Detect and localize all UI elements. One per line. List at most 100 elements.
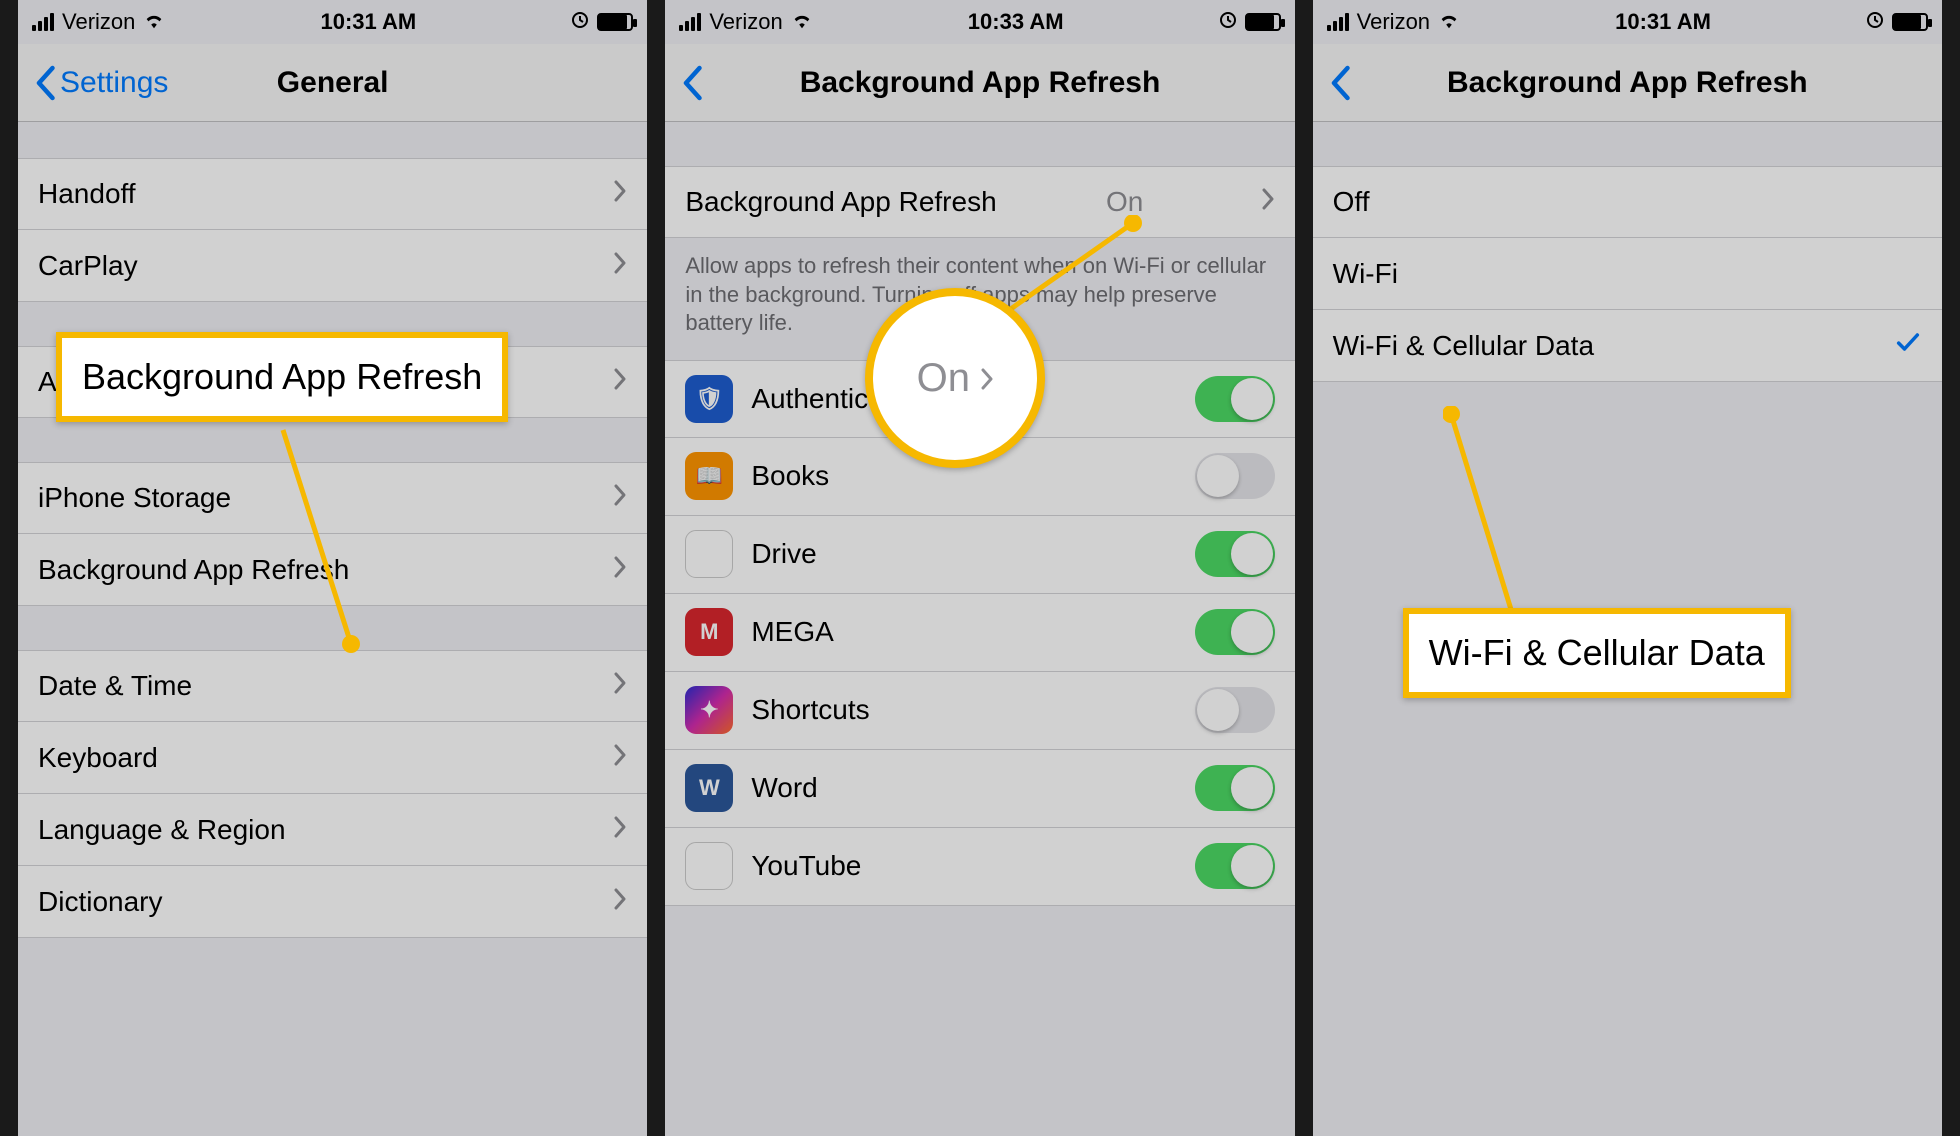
settings-row[interactable]: Language & Region bbox=[18, 794, 647, 866]
app-icon: M bbox=[685, 608, 733, 656]
app-icon: ▶ bbox=[685, 842, 733, 890]
back-label: Settings bbox=[60, 66, 168, 100]
app-icon: ▲ bbox=[685, 530, 733, 578]
phone-bar-list: Verizon 10:33 AM Background App Refresh … bbox=[665, 0, 1312, 1136]
lock-icon bbox=[1219, 9, 1237, 35]
battery-icon bbox=[597, 13, 633, 31]
carrier-label: Verizon bbox=[1357, 9, 1430, 35]
nav-title: Background App Refresh bbox=[665, 66, 1294, 100]
settings-row[interactable]: Date & Time bbox=[18, 650, 647, 722]
signal-icon bbox=[32, 13, 54, 31]
phone-bar-options: Verizon 10:31 AM Background App Refresh … bbox=[1313, 0, 1960, 1136]
app-label: Books bbox=[751, 460, 829, 492]
master-value: On bbox=[1106, 186, 1151, 218]
option-label: Wi-Fi & Cellular Data bbox=[1333, 330, 1594, 362]
back-button[interactable]: Settings bbox=[18, 65, 184, 101]
callout-box: Wi-Fi & Cellular Data bbox=[1403, 608, 1791, 698]
chevron-right-icon bbox=[613, 366, 627, 398]
back-button[interactable] bbox=[665, 65, 719, 101]
option-label: Wi-Fi bbox=[1333, 258, 1398, 290]
option-row[interactable]: Wi-Fi bbox=[1313, 238, 1942, 310]
settings-row-label: CarPlay bbox=[38, 250, 138, 282]
stage: Verizon 10:31 AM Settings General Handof… bbox=[0, 0, 1960, 1136]
nav-bar: Background App Refresh bbox=[665, 44, 1294, 122]
app-toggle[interactable] bbox=[1195, 531, 1275, 577]
app-label: Word bbox=[751, 772, 817, 804]
option-label: Off bbox=[1333, 186, 1370, 218]
lock-icon bbox=[1866, 9, 1884, 35]
chevron-right-icon bbox=[1261, 186, 1275, 218]
settings-row-label: Date & Time bbox=[38, 670, 192, 702]
app-toggle[interactable] bbox=[1195, 609, 1275, 655]
signal-icon bbox=[679, 13, 701, 31]
status-bar: Verizon 10:31 AM bbox=[1313, 0, 1942, 44]
chevron-right-icon bbox=[613, 886, 627, 918]
app-icon: W bbox=[685, 764, 733, 812]
settings-row-label: Handoff bbox=[38, 178, 136, 210]
settings-row[interactable]: Background App Refresh bbox=[18, 534, 647, 606]
status-bar: Verizon 10:33 AM bbox=[665, 0, 1294, 44]
app-icon: 🛡 bbox=[685, 375, 733, 423]
chevron-right-icon bbox=[613, 250, 627, 282]
callout-box: Background App Refresh bbox=[56, 332, 508, 422]
clock-label: 10:31 AM bbox=[320, 9, 416, 35]
settings-row-label: Language & Region bbox=[38, 814, 286, 846]
settings-row[interactable]: Dictionary bbox=[18, 866, 647, 938]
callout-circle: On bbox=[865, 288, 1045, 468]
app-row: ▲ Drive bbox=[665, 516, 1294, 594]
app-toggle[interactable] bbox=[1195, 687, 1275, 733]
chevron-right-icon bbox=[613, 814, 627, 846]
battery-icon bbox=[1245, 13, 1281, 31]
battery-icon bbox=[1892, 13, 1928, 31]
nav-bar: Background App Refresh bbox=[1313, 44, 1942, 122]
nav-bar: Settings General bbox=[18, 44, 647, 122]
settings-row-label: Keyboard bbox=[38, 742, 158, 774]
app-icon: 📖 bbox=[685, 452, 733, 500]
settings-row[interactable]: Keyboard bbox=[18, 722, 647, 794]
settings-row[interactable]: CarPlay bbox=[18, 230, 647, 302]
clock-label: 10:31 AM bbox=[1615, 9, 1711, 35]
wifi-icon bbox=[791, 9, 813, 35]
chevron-right-icon bbox=[980, 356, 994, 401]
clock-label: 10:33 AM bbox=[968, 9, 1064, 35]
chevron-right-icon bbox=[613, 554, 627, 586]
option-row[interactable]: Off bbox=[1313, 166, 1942, 238]
chevron-right-icon bbox=[613, 742, 627, 774]
app-toggle[interactable] bbox=[1195, 376, 1275, 422]
check-icon bbox=[1894, 328, 1922, 363]
phone-general: Verizon 10:31 AM Settings General Handof… bbox=[0, 0, 665, 1136]
callout-pointer bbox=[1443, 406, 1523, 626]
chevron-right-icon bbox=[613, 482, 627, 514]
back-button[interactable] bbox=[1313, 65, 1367, 101]
option-row[interactable]: Wi-Fi & Cellular Data bbox=[1313, 310, 1942, 382]
app-toggle[interactable] bbox=[1195, 453, 1275, 499]
master-label: Background App Refresh bbox=[685, 186, 996, 218]
master-toggle-row[interactable]: Background App Refresh On bbox=[665, 166, 1294, 238]
wifi-icon bbox=[1438, 9, 1460, 35]
carrier-label: Verizon bbox=[62, 9, 135, 35]
app-label: Shortcuts bbox=[751, 694, 869, 726]
app-label: MEGA bbox=[751, 616, 833, 648]
app-icon: ✦ bbox=[685, 686, 733, 734]
status-bar: Verizon 10:31 AM bbox=[18, 0, 647, 44]
settings-row[interactable]: iPhone Storage bbox=[18, 462, 647, 534]
app-label: Drive bbox=[751, 538, 816, 570]
app-label: YouTube bbox=[751, 850, 861, 882]
carrier-label: Verizon bbox=[709, 9, 782, 35]
app-toggle[interactable] bbox=[1195, 843, 1275, 889]
settings-row-label: Background App Refresh bbox=[38, 554, 349, 586]
settings-row[interactable]: Handoff bbox=[18, 158, 647, 230]
signal-icon bbox=[1327, 13, 1349, 31]
settings-row-label: iPhone Storage bbox=[38, 482, 231, 514]
settings-row-label: Dictionary bbox=[38, 886, 162, 918]
nav-title: Background App Refresh bbox=[1313, 66, 1942, 100]
wifi-icon bbox=[143, 9, 165, 35]
lock-icon bbox=[571, 9, 589, 35]
chevron-right-icon bbox=[613, 178, 627, 210]
app-row: M MEGA bbox=[665, 594, 1294, 672]
app-toggle[interactable] bbox=[1195, 765, 1275, 811]
chevron-right-icon bbox=[613, 670, 627, 702]
app-row: W Word bbox=[665, 750, 1294, 828]
app-row: ✦ Shortcuts bbox=[665, 672, 1294, 750]
app-row: ▶ YouTube bbox=[665, 828, 1294, 906]
